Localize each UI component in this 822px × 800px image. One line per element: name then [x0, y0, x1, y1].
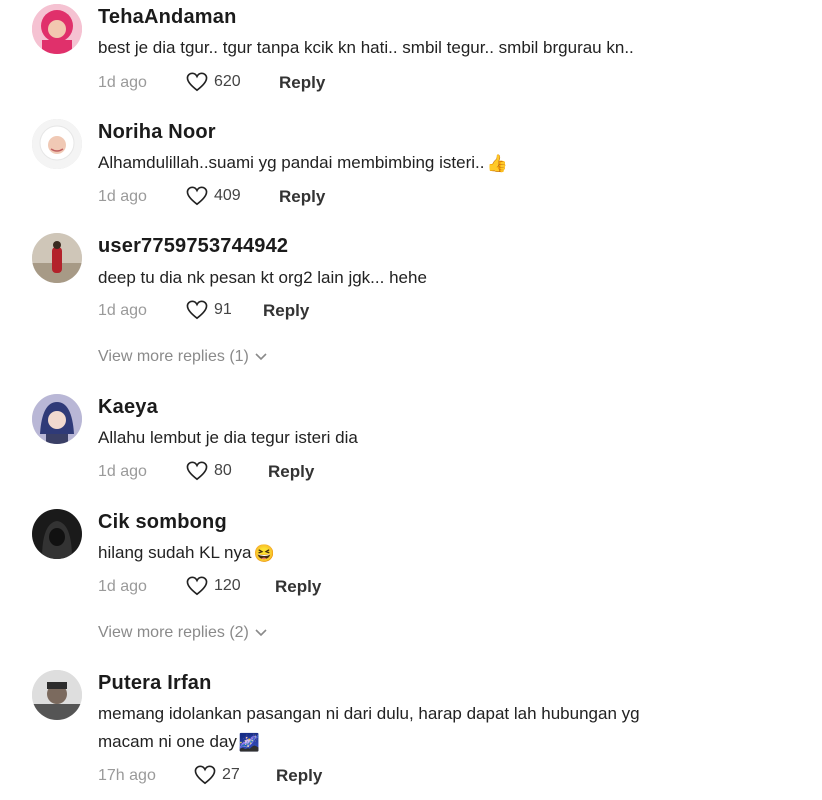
heart-icon: [186, 576, 208, 596]
comment-text: Alhamdulillah..suami yg pandai membimbin…: [98, 150, 508, 177]
user-avatar[interactable]: [32, 670, 82, 720]
like-button[interactable]: 91: [186, 300, 232, 320]
like-button[interactable]: 409: [186, 186, 241, 206]
comment-text-line-2: macam ni one day 🌌: [98, 729, 260, 756]
comment-meta: 1d ago 120 Reply: [98, 576, 398, 600]
comment-text-body: hilang sudah KL nya: [98, 543, 252, 562]
timestamp: 17h ago: [98, 767, 156, 784]
comment-text-body: macam ni one day: [98, 732, 237, 751]
user-avatar[interactable]: [32, 509, 82, 559]
like-button[interactable]: 27: [194, 765, 240, 785]
like-count: 27: [222, 766, 240, 783]
like-button[interactable]: 620: [186, 72, 241, 92]
like-count: 620: [214, 73, 241, 90]
username[interactable]: Kaeya: [98, 396, 158, 419]
reply-button[interactable]: Reply: [268, 462, 314, 482]
like-count: 91: [214, 301, 232, 318]
heart-icon: [186, 72, 208, 92]
heart-icon: [186, 461, 208, 481]
timestamp: 1d ago: [98, 188, 147, 205]
comment-meta: 1d ago 80 Reply: [98, 461, 398, 485]
reply-button[interactable]: Reply: [276, 766, 322, 786]
view-more-replies-label: View more replies (1): [98, 348, 249, 365]
username[interactable]: Putera Irfan: [98, 672, 212, 695]
heart-icon: [194, 765, 216, 785]
username[interactable]: user7759753744942: [98, 235, 288, 258]
view-more-replies-label: View more replies (2): [98, 624, 249, 641]
comment-meta: 1d ago 409 Reply: [98, 186, 398, 210]
comment-text: hilang sudah KL nya 😆: [98, 540, 275, 567]
comment-text-body: Alhamdulillah..suami yg pandai membimbin…: [98, 153, 485, 172]
comment-text: memang idolankan pasangan ni dari dulu, …: [98, 704, 640, 723]
timestamp: 1d ago: [98, 302, 147, 319]
view-more-replies[interactable]: View more replies (2): [98, 624, 267, 642]
heart-icon: [186, 300, 208, 320]
username[interactable]: Noriha Noor: [98, 121, 216, 144]
reply-button[interactable]: Reply: [279, 73, 325, 93]
laughing-emoji: 😆: [253, 543, 275, 563]
comment-text: best je dia tgur.. tgur tanpa kcik kn ha…: [98, 38, 634, 57]
comment-text: deep tu dia nk pesan kt org2 lain jgk...…: [98, 268, 427, 287]
user-avatar[interactable]: [32, 119, 82, 169]
like-button[interactable]: 120: [186, 576, 241, 596]
reply-button[interactable]: Reply: [263, 301, 309, 321]
username[interactable]: Cik sombong: [98, 511, 227, 534]
view-more-replies[interactable]: View more replies (1): [98, 348, 267, 366]
reply-button[interactable]: Reply: [275, 577, 321, 597]
user-avatar[interactable]: [32, 233, 82, 283]
comment-meta: 17h ago 27 Reply: [98, 765, 398, 789]
reply-button[interactable]: Reply: [279, 187, 325, 207]
comment-text: Allahu lembut je dia tegur isteri dia: [98, 428, 358, 447]
thumbs-up-emoji: 👍: [486, 153, 508, 173]
chevron-down-icon: [255, 629, 267, 637]
user-avatar[interactable]: [32, 4, 82, 54]
like-count: 120: [214, 577, 241, 594]
timestamp: 1d ago: [98, 74, 147, 91]
timestamp: 1d ago: [98, 463, 147, 480]
like-count: 409: [214, 187, 241, 204]
like-button[interactable]: 80: [186, 461, 232, 481]
username[interactable]: TehaAndaman: [98, 6, 237, 29]
heart-icon: [186, 186, 208, 206]
chevron-down-icon: [255, 353, 267, 361]
timestamp: 1d ago: [98, 578, 147, 595]
comment-meta: 1d ago 620 Reply: [98, 72, 398, 96]
night-sky-emoji: 🌌: [238, 732, 261, 752]
comment-meta: 1d ago 91 Reply: [98, 300, 398, 324]
user-avatar[interactable]: [32, 394, 82, 444]
like-count: 80: [214, 462, 232, 479]
